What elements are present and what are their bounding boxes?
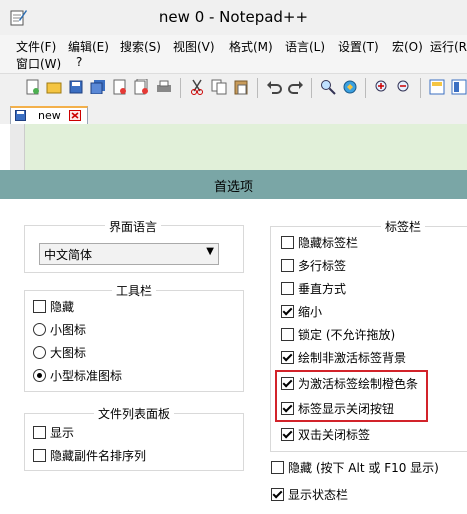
toolbar-separator xyxy=(311,78,312,98)
checkbox-box[interactable] xyxy=(281,259,294,272)
radio-label: 小图标 xyxy=(50,323,87,337)
doc-list-hide-ext-checkbox[interactable]: 隐藏副件名排序列 xyxy=(33,447,146,464)
vertical-tabs-checkbox[interactable]: 垂直方式 xyxy=(281,280,346,297)
sync-h-icon[interactable] xyxy=(450,78,467,96)
checkbox-label: 隐藏 (按下 Alt 或 F10 显示) xyxy=(288,461,439,475)
ui-language-group-title: 界面语言 xyxy=(105,218,162,235)
checkbox-box[interactable] xyxy=(33,449,46,462)
find-icon[interactable] xyxy=(319,78,337,96)
checkbox-box[interactable] xyxy=(281,236,294,249)
toolbar-separator xyxy=(257,78,258,98)
checkbox-box[interactable] xyxy=(271,488,284,501)
radio-circle[interactable] xyxy=(33,369,46,382)
save-all-icon[interactable] xyxy=(89,78,107,96)
reduce-checkbox[interactable]: 缩小 xyxy=(281,303,322,320)
menu-file[interactable]: 文件(F) xyxy=(16,38,56,55)
replace-icon[interactable] xyxy=(341,78,359,96)
checkbox-label: 显示状态栏 xyxy=(288,488,349,502)
radio-circle[interactable] xyxy=(33,346,46,359)
highlight-box xyxy=(275,370,428,422)
radio-label: 大图标 xyxy=(50,346,87,360)
chevron-down-icon: ▼ xyxy=(206,246,214,257)
checkbox-box[interactable] xyxy=(281,282,294,295)
doc-list-group-title: 文件列表面板 xyxy=(94,405,175,422)
menu-window[interactable]: 窗口(W) xyxy=(16,55,61,72)
doc-list-show-checkbox[interactable]: 显示 xyxy=(33,424,74,441)
sync-v-icon[interactable] xyxy=(428,78,446,96)
checkbox-label: 隐藏标签栏 xyxy=(298,236,359,250)
draw-inactive-tabs-checkbox[interactable]: 绘制非激活标签背景 xyxy=(281,349,406,366)
menu-language[interactable]: 语言(L) xyxy=(285,38,325,55)
menu-bar: 文件(F) 编辑(E) 搜索(S) 视图(V) 格式(M) 语言(L) 设置(T… xyxy=(0,35,467,73)
checkbox-label: 显示 xyxy=(50,426,75,440)
tabbar-group-title: 标签栏 xyxy=(381,218,426,235)
toolbar xyxy=(0,73,467,102)
checkbox-box[interactable] xyxy=(281,305,294,318)
print-icon[interactable] xyxy=(155,78,173,96)
large-icons-radio[interactable]: 大图标 xyxy=(33,344,86,361)
menu-macro[interactable]: 宏(O) xyxy=(392,38,423,55)
checkbox-label: 隐藏 xyxy=(50,300,75,314)
tab-label: new xyxy=(38,109,61,122)
checkbox-box[interactable] xyxy=(281,351,294,364)
save-icon[interactable] xyxy=(67,78,85,96)
redo-icon[interactable] xyxy=(287,78,305,96)
hide-menubar-checkbox[interactable]: 隐藏 (按下 Alt 或 F10 显示) xyxy=(271,459,439,476)
checkbox-label: 隐藏副件名排序列 xyxy=(50,449,147,463)
menu-search[interactable]: 搜索(S) xyxy=(120,38,161,55)
language-select[interactable]: 中文简体 ▼ xyxy=(39,243,219,265)
window-title: new 0 - Notepad++ xyxy=(158,8,309,26)
checkbox-label: 多行标签 xyxy=(298,259,347,273)
language-select-value: 中文简体 xyxy=(44,248,93,262)
checkbox-box[interactable] xyxy=(281,428,294,441)
copy-icon[interactable] xyxy=(210,78,228,96)
toolbar-separator xyxy=(420,78,421,98)
zoom-out-icon[interactable] xyxy=(395,78,413,96)
menu-edit[interactable]: 编辑(E) xyxy=(68,38,109,55)
menu-run[interactable]: 运行(R) xyxy=(430,38,467,55)
radio-label: 小型标准图标 xyxy=(50,369,123,383)
close-icon[interactable] xyxy=(111,78,129,96)
checkbox-box[interactable] xyxy=(281,328,294,341)
lock-tabs-checkbox[interactable]: 锁定 (不允许拖放) xyxy=(281,326,395,343)
small-standard-icons-radio[interactable]: 小型标准图标 xyxy=(33,367,122,384)
document-tab[interactable]: new xyxy=(10,106,88,126)
undo-icon[interactable] xyxy=(265,78,283,96)
toolbar-separator xyxy=(180,78,181,98)
checkbox-box[interactable] xyxy=(271,461,284,474)
checkbox-box[interactable] xyxy=(33,300,46,313)
checkbox-box[interactable] xyxy=(33,426,46,439)
line-number-margin xyxy=(10,124,25,170)
double-click-close-checkbox[interactable]: 双击关闭标签 xyxy=(281,426,370,443)
checkbox-label: 垂直方式 xyxy=(298,282,347,296)
tab-close-icon[interactable] xyxy=(69,110,81,124)
show-statusbar-checkbox[interactable]: 显示状态栏 xyxy=(271,486,348,503)
toolbar-hide-checkbox[interactable]: 隐藏 xyxy=(33,298,74,315)
checkbox-label: 双击关闭标签 xyxy=(298,428,371,442)
editor-area[interactable] xyxy=(25,124,467,170)
toolbar-separator xyxy=(365,78,366,98)
multiline-tabs-checkbox[interactable]: 多行标签 xyxy=(281,257,346,274)
menu-settings[interactable]: 设置(T) xyxy=(338,38,379,55)
file-saved-icon xyxy=(15,110,26,124)
small-icons-radio[interactable]: 小图标 xyxy=(33,321,86,338)
new-file-icon[interactable] xyxy=(24,78,42,96)
menu-help[interactable]: ? xyxy=(76,55,82,69)
radio-circle[interactable] xyxy=(33,323,46,336)
menu-view[interactable]: 视图(V) xyxy=(173,38,215,55)
paste-icon[interactable] xyxy=(232,78,250,96)
open-icon[interactable] xyxy=(45,78,63,96)
close-all-icon[interactable] xyxy=(133,78,151,96)
dialog-title: 首选项 xyxy=(213,180,253,195)
toolbar-group-title: 工具栏 xyxy=(112,282,157,299)
checkbox-label: 缩小 xyxy=(298,305,323,319)
hide-tabbar-checkbox[interactable]: 隐藏标签栏 xyxy=(281,234,358,251)
zoom-in-icon[interactable] xyxy=(373,78,391,96)
cut-icon[interactable] xyxy=(188,78,206,96)
menu-format[interactable]: 格式(M) xyxy=(229,38,273,55)
checkbox-label: 绘制非激活标签背景 xyxy=(298,351,407,365)
checkbox-label: 锁定 (不允许拖放) xyxy=(298,328,396,342)
